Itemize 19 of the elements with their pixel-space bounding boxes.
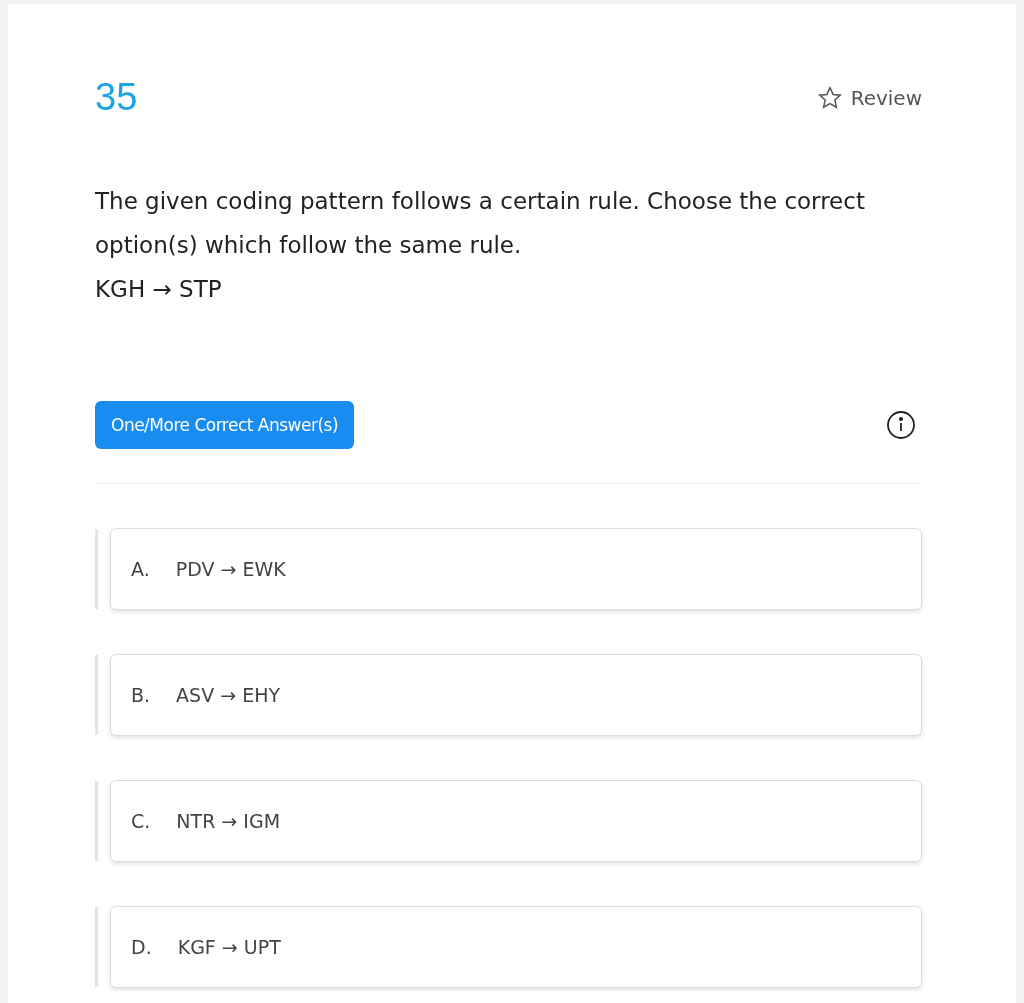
answer-option[interactable]: B. ASV → EHY [110,654,922,736]
option-text: NTR → IGM [176,810,281,832]
option-letter: A. [131,558,150,580]
answer-option[interactable]: D. KGF → UPT [110,906,922,988]
answer-type-badge: One/More Correct Answer(s) [95,401,355,449]
star-icon [816,84,843,111]
question-text: KGH → STP [95,275,223,304]
info-icon[interactable] [886,410,916,440]
option-letter: B. [131,684,151,706]
question-text: The given coding pattern follows a certain rule. Choose the correct option(s) which follow the same rule. [95,187,866,260]
option-text: PDV → EWK [175,558,286,580]
question-number: 35 [95,76,138,119]
answer-option[interactable]: A. PDV → EWK [110,528,922,610]
option-letter: D. [131,936,152,958]
option-letter: C. [131,810,151,832]
answer-option[interactable]: C. NTR → IGM [110,780,922,862]
option-text: KGF → UPT [177,936,281,958]
review-button[interactable]: Review [816,84,922,111]
option-text: ASV → EHY [176,684,281,706]
